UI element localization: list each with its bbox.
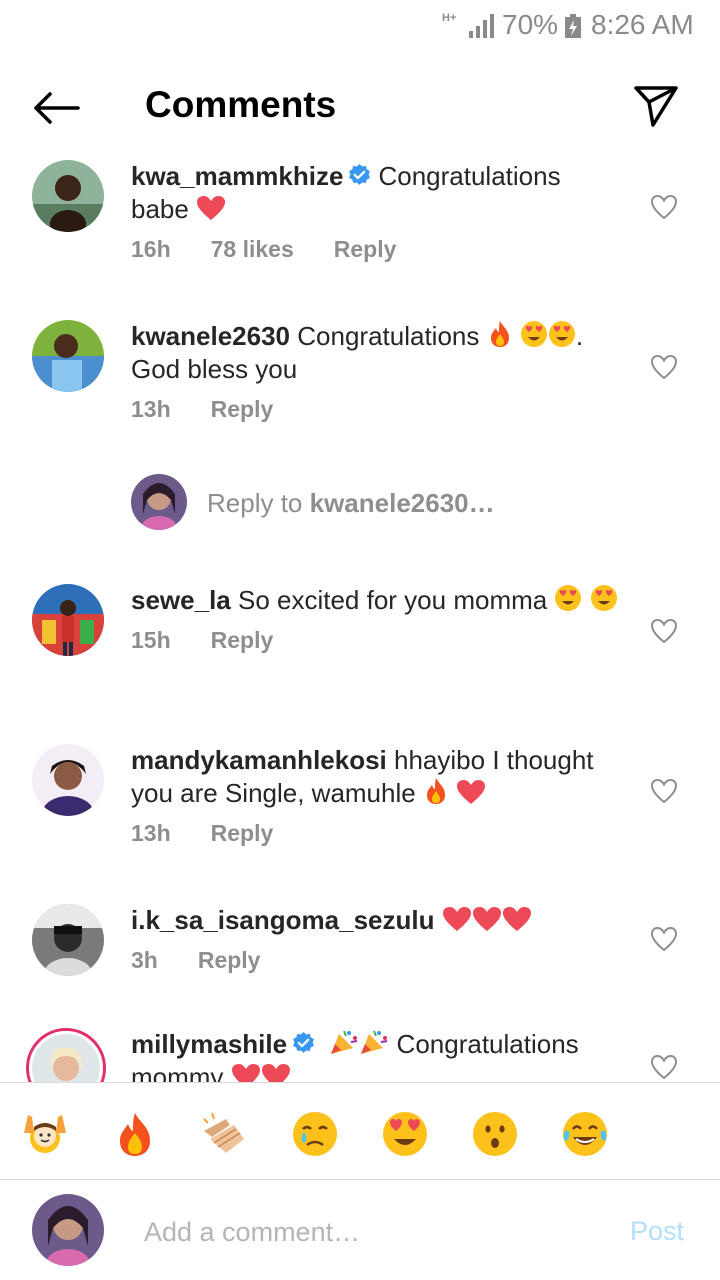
- battery-percent: 70%: [502, 9, 559, 40]
- back-button[interactable]: [28, 86, 84, 130]
- red-heart-icon: [457, 780, 486, 804]
- avatar[interactable]: [32, 904, 104, 976]
- comment-time: 16h: [131, 236, 171, 262]
- red-heart-icon: [197, 196, 226, 220]
- battery-charging-icon: [565, 14, 581, 38]
- reply-to-username: kwanele2630…: [309, 488, 495, 518]
- crying-face-emoji-button[interactable]: [290, 1109, 340, 1159]
- status-bar: H+ 70% 8:26 AM: [0, 0, 720, 52]
- comment-username[interactable]: sewe_la: [131, 585, 231, 615]
- network-type: H+: [442, 12, 457, 24]
- comment-username[interactable]: mandykamanhlekosi: [131, 745, 387, 775]
- heart-eyes-icon: [520, 321, 547, 347]
- heart-outline-icon[interactable]: [650, 778, 678, 804]
- reply-button[interactable]: Reply: [198, 947, 261, 974]
- comment-time: 13h: [131, 820, 171, 846]
- comment-composer: Post: [0, 1180, 720, 1280]
- fire-icon: [490, 321, 509, 347]
- comment-username[interactable]: millymashile: [131, 1029, 287, 1059]
- likes-count[interactable]: 78 likes: [211, 236, 294, 263]
- clock: 8:26 AM: [591, 9, 694, 40]
- comment-time: 15h: [131, 627, 171, 653]
- party-popper-icon: [331, 1030, 358, 1054]
- red-heart-icon: [231, 1064, 260, 1082]
- reply-button[interactable]: Reply: [211, 396, 274, 423]
- heart-outline-icon[interactable]: [650, 1054, 678, 1080]
- red-heart-icon: [261, 1064, 290, 1082]
- party-popper-icon: [361, 1030, 388, 1054]
- header: Comments: [0, 60, 720, 152]
- avatar[interactable]: [32, 584, 104, 656]
- fire-emoji-button[interactable]: [110, 1109, 160, 1159]
- comments-list[interactable]: kwa_mammkhize Congratulations babe 16h 78…: [0, 150, 720, 1082]
- tears-of-joy-emoji-button[interactable]: [560, 1109, 610, 1159]
- comment-time: 13h: [131, 396, 171, 422]
- reply-button[interactable]: Reply: [211, 627, 274, 654]
- heart-outline-icon[interactable]: [650, 618, 678, 644]
- comment-input[interactable]: [144, 1210, 594, 1254]
- heart-outline-icon[interactable]: [650, 194, 678, 220]
- arrow-left-icon: [34, 92, 80, 124]
- heart-eyes-emoji-button[interactable]: [380, 1109, 430, 1159]
- signal-icon: [469, 14, 494, 38]
- avatar[interactable]: [32, 160, 104, 232]
- avatar[interactable]: [32, 320, 104, 392]
- heart-eyes-icon: [548, 321, 575, 347]
- heart-eyes-icon: [555, 585, 582, 611]
- reply-button[interactable]: Reply: [211, 820, 274, 847]
- reply-prompt[interactable]: Reply to kwanele2630…: [131, 474, 691, 530]
- paper-plane-icon: [634, 86, 678, 127]
- raising-hands-emoji-button[interactable]: [20, 1109, 70, 1159]
- emoji-quick-bar: [0, 1082, 720, 1180]
- avatar[interactable]: [32, 744, 104, 816]
- current-user-avatar: [32, 1194, 104, 1266]
- reply-button[interactable]: Reply: [334, 236, 397, 263]
- heart-outline-icon[interactable]: [650, 926, 678, 952]
- heart-eyes-icon: [590, 585, 617, 611]
- comment-username[interactable]: i.k_sa_isangoma_sezulu: [131, 905, 434, 935]
- fire-icon: [426, 778, 445, 804]
- heart-outline-icon[interactable]: [650, 354, 678, 380]
- surprised-face-emoji-button[interactable]: [470, 1109, 520, 1159]
- red-heart-icon: [442, 907, 471, 931]
- clapping-hands-emoji-button[interactable]: [200, 1109, 250, 1159]
- avatar-with-story-ring[interactable]: [26, 1028, 106, 1082]
- comment-username[interactable]: kwa_mammkhize: [131, 161, 343, 191]
- reply-to-input[interactable]: Reply to kwanele2630…: [207, 488, 495, 519]
- comment-text: Congratulations: [297, 321, 480, 351]
- comment-text: So excited for you momma: [237, 585, 548, 615]
- red-heart-icon: [502, 907, 531, 931]
- post-button[interactable]: Post: [630, 1216, 684, 1247]
- comment-time: 3h: [131, 947, 158, 973]
- current-user-avatar: [131, 474, 187, 530]
- comment-username[interactable]: kwanele2630: [131, 321, 290, 351]
- red-heart-icon: [472, 907, 501, 931]
- page-title: Comments: [145, 84, 337, 125]
- verified-badge-icon: [349, 164, 371, 185]
- share-button[interactable]: [630, 80, 682, 132]
- verified-badge-icon: [293, 1032, 314, 1053]
